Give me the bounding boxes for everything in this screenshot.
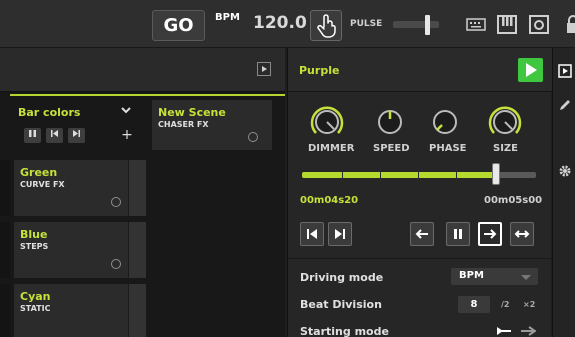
- speaker-icon[interactable]: [529, 15, 549, 34]
- scene-card-title: Green: [20, 166, 58, 179]
- bpm-value[interactable]: 120.0: [253, 13, 307, 33]
- forward-direction-button[interactable]: [478, 222, 502, 246]
- arrow-right-icon: [484, 229, 497, 239]
- dimmer-label: DIMMER: [308, 143, 355, 154]
- keyboard-icon[interactable]: [466, 15, 486, 34]
- continue-icon[interactable]: [520, 325, 536, 337]
- scene-card[interactable]: Cyan STATIC: [14, 284, 146, 337]
- chevron-down-icon[interactable]: [120, 104, 132, 116]
- reverse-direction-button[interactable]: [410, 222, 434, 246]
- scene-card-title: New Scene: [158, 106, 226, 119]
- speed-label: SPEED: [373, 143, 410, 154]
- beat-division-input[interactable]: 8: [458, 296, 490, 313]
- phase-label: PHASE: [429, 143, 467, 154]
- pulse-label: PULSE: [350, 19, 383, 29]
- scene-card[interactable]: New Scene CHASER FX: [152, 100, 272, 150]
- timeline-remaining: [496, 172, 536, 178]
- loop-icon: [111, 197, 121, 207]
- piano-icon[interactable]: [497, 15, 517, 34]
- scene-card[interactable]: Green CURVE FX: [14, 160, 146, 216]
- scene-card-subtitle: CURVE FX: [20, 180, 65, 189]
- size-knob[interactable]: [486, 103, 524, 141]
- fx-title: Purple: [299, 64, 340, 77]
- gear-icon[interactable]: [558, 164, 572, 178]
- dimmer-knob[interactable]: [308, 103, 346, 141]
- skip-back-button[interactable]: [46, 128, 63, 143]
- add-icon[interactable]: +: [120, 128, 134, 143]
- speed-knob[interactable]: [374, 106, 406, 138]
- pause-icon: [29, 130, 36, 137]
- pause-button[interactable]: [24, 128, 41, 143]
- go-button[interactable]: GO: [152, 10, 205, 41]
- pulse-slider-handle[interactable]: [425, 15, 430, 35]
- pause-icon: [454, 229, 462, 239]
- scene-grid-panel: Bar colors + New Scene CHASER FX Green C…: [0, 48, 285, 337]
- skip-back-icon: [51, 130, 58, 137]
- skip-forward-icon: [335, 229, 345, 239]
- card-rail: [0, 222, 10, 278]
- skip-forward-button[interactable]: [328, 222, 352, 246]
- timeline-progress: [302, 168, 512, 182]
- arrow-both-icon: [514, 230, 530, 238]
- scene-card-title: Cyan: [20, 290, 51, 303]
- side-tool-strip: [552, 48, 575, 337]
- bar-colors-label: Bar colors: [18, 106, 81, 119]
- skip-back-icon: [307, 229, 317, 239]
- card-rail: [0, 284, 10, 337]
- starting-mode-label: Starting mode: [300, 325, 389, 337]
- fx-detail-panel: Purple DIMMER SPEED PHASE SIZE 00m04s20 …: [287, 48, 552, 337]
- loop-icon: [111, 259, 121, 269]
- arrow-left-icon: [415, 229, 428, 239]
- driving-mode-value: BPM: [459, 270, 484, 281]
- total-time: 00m05s00: [484, 195, 543, 206]
- pulse-slider[interactable]: [393, 21, 439, 28]
- tap-tempo-button[interactable]: [310, 10, 342, 41]
- scene-card-subtitle: CHASER FX: [158, 120, 209, 129]
- driving-mode-label: Driving mode: [300, 271, 384, 284]
- selection-accent-line: [10, 94, 285, 96]
- skip-forward-icon: [73, 130, 80, 137]
- card-rail: [0, 160, 10, 216]
- phase-knob[interactable]: [429, 106, 461, 138]
- bpm-label: BPM: [215, 12, 240, 23]
- chevron-down-icon: [521, 275, 531, 280]
- preview-icon[interactable]: [558, 64, 572, 78]
- top-toolbar: GO BPM 120.0 PULSE: [0, 0, 575, 48]
- skip-back-button[interactable]: [300, 222, 324, 246]
- scene-card-title: Blue: [20, 228, 48, 241]
- driving-mode-select[interactable]: BPM: [451, 268, 538, 285]
- collapse-panel-button[interactable]: [257, 62, 271, 76]
- ping-pong-button[interactable]: [510, 222, 534, 246]
- scene-card-subtitle: STEPS: [20, 242, 49, 251]
- beat-division-label: Beat Division: [300, 298, 382, 311]
- card-side-strip: [128, 160, 146, 216]
- panel-header: [0, 48, 285, 92]
- loop-icon: [248, 132, 258, 142]
- pause-button[interactable]: [446, 222, 470, 246]
- card-side-strip: [128, 222, 146, 278]
- multiply-by-two-button[interactable]: ×2: [523, 300, 535, 309]
- divider: [288, 258, 552, 259]
- fx-header: Purple: [288, 48, 552, 92]
- card-side-strip: [128, 284, 146, 337]
- skip-forward-button[interactable]: [68, 128, 85, 143]
- pencil-icon[interactable]: [558, 98, 572, 112]
- timeline-scrubber[interactable]: [492, 163, 500, 185]
- tap-hand-icon: [317, 14, 336, 38]
- scene-card-subtitle: STATIC: [20, 304, 51, 313]
- size-label: SIZE: [493, 143, 519, 154]
- divide-by-two-button[interactable]: /2: [501, 300, 510, 309]
- current-time: 00m04s20: [300, 195, 359, 206]
- lock-icon[interactable]: [565, 15, 575, 34]
- start-from-beginning-icon[interactable]: [496, 325, 512, 337]
- scene-card[interactable]: Blue STEPS: [14, 222, 146, 278]
- play-button[interactable]: [518, 58, 543, 82]
